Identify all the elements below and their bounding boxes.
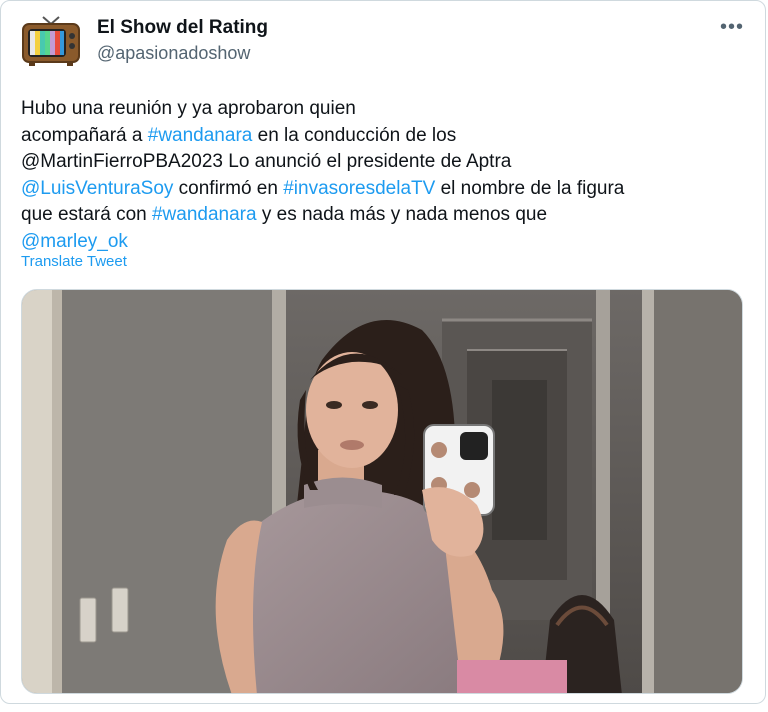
tweet-text-segment: que estará con: [21, 204, 152, 225]
more-options-icon[interactable]: •••: [715, 15, 749, 39]
tweet-photo[interactable]: [21, 289, 743, 694]
tweet-text-segment: en la conducción de los: [252, 124, 457, 146]
tweet-text: Hubo una reunión y ya aprobaron quien aco…: [21, 96, 741, 255]
author-handle[interactable]: @apasionadoshow: [97, 43, 250, 64]
hashtag-link[interactable]: #wandanara: [152, 204, 257, 225]
hashtag-link[interactable]: #wandanara: [148, 125, 253, 146]
mirror-selfie-photo: [22, 290, 742, 693]
tweet-text-segment: @MartinFierroPBA2023 Lo anunció el presi…: [21, 151, 512, 172]
tweet-card: El Show del Rating @apasionadoshow ••• H…: [0, 0, 766, 704]
author-avatar[interactable]: [21, 15, 81, 67]
tweet-text-segment: y es nada más y nada menos que: [256, 204, 548, 225]
hashtag-link[interactable]: #invasoresdelaTV: [283, 178, 435, 199]
tweet-text-segment: confirmó en: [173, 177, 284, 199]
tweet-text-segment: acompañará a: [21, 124, 148, 146]
tweet-text-segment: Hubo una reunión y ya aprobaron quien: [21, 98, 356, 119]
mention-link[interactable]: @marley_ok: [21, 231, 128, 252]
tweet-text-segment: el nombre de la figura: [435, 177, 625, 199]
tweet-text-line: acompañará a #wandanara en la conducción…: [21, 123, 741, 150]
tweet-text-line: Hubo una reunión y ya aprobaron quien: [21, 96, 741, 123]
tweet-text-line: @LuisVenturaSoy confirmó en #invasoresde…: [21, 176, 741, 203]
tweet-text-line: @MartinFierroPBA2023 Lo anunció el presi…: [21, 149, 741, 176]
mention-link[interactable]: @LuisVenturaSoy: [21, 178, 173, 199]
author-name[interactable]: El Show del Rating: [97, 17, 268, 39]
tweet-text-line: @marley_ok: [21, 229, 741, 256]
translate-tweet-link[interactable]: Translate Tweet: [21, 253, 127, 270]
tweet-text-line: que estará con #wandanara y es nada más …: [21, 202, 741, 229]
retro-tv-icon: [22, 16, 80, 66]
